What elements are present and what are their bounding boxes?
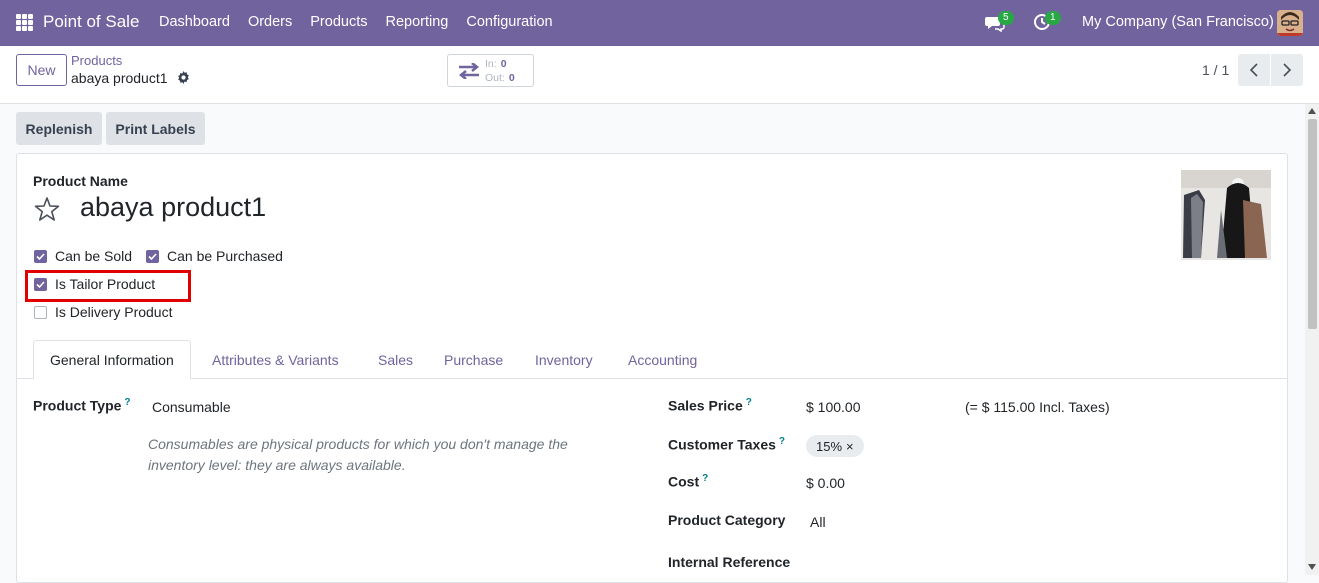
product-category-field[interactable]: All	[810, 514, 826, 530]
product-type-label: Product Type?	[33, 397, 131, 414]
product-name-label: Product Name	[33, 173, 128, 189]
tag-remove-icon[interactable]: ×	[846, 439, 854, 454]
replenish-button[interactable]: Replenish	[16, 112, 102, 145]
checkbox-checked-icon[interactable]	[146, 249, 159, 263]
menu-dashboard[interactable]: Dashboard	[159, 14, 230, 30]
gear-icon[interactable]	[177, 71, 190, 84]
cost-label: Cost?	[668, 473, 709, 490]
tab-purchase[interactable]: Purchase	[444, 340, 503, 379]
user-avatar[interactable]	[1277, 10, 1303, 36]
breadcrumb-products[interactable]: Products	[71, 53, 122, 68]
customer-taxes-label: Customer Taxes?	[668, 436, 786, 453]
page-scrollbar[interactable]	[1305, 104, 1319, 575]
can-be-sold-label: Can be Sold	[55, 248, 133, 264]
breadcrumb-current: abaya product1	[71, 70, 168, 86]
help-tooltip-icon[interactable]: ?	[746, 397, 752, 408]
product-image[interactable]	[1181, 170, 1271, 260]
chat-badge: 5	[998, 11, 1014, 25]
pager-previous-button[interactable]	[1238, 54, 1270, 86]
help-tooltip-icon[interactable]: ?	[779, 436, 785, 447]
new-button[interactable]: New	[16, 54, 67, 86]
print-labels-button[interactable]: Print Labels	[106, 112, 205, 145]
can-be-purchased-label: Can be Purchased	[167, 248, 283, 264]
activity-badge: 1	[1045, 11, 1061, 25]
cost-field[interactable]: $ 0.00	[806, 475, 845, 491]
is-delivery-product-label: Is Delivery Product	[55, 304, 173, 320]
company-switcher[interactable]: My Company (San Francisco)	[1082, 14, 1274, 30]
control-panel: New Products abaya product1 In: 0 Out: 0 1…	[0, 46, 1319, 104]
transfer-arrows-icon	[458, 63, 480, 79]
menu-products[interactable]: Products	[310, 14, 367, 30]
action-bar: Replenish Print Labels	[0, 104, 1305, 153]
favorite-star-icon[interactable]	[34, 196, 60, 222]
tab-inventory[interactable]: Inventory	[535, 340, 593, 379]
scroll-up-arrow-icon[interactable]	[1308, 108, 1316, 114]
chevron-left-icon	[1249, 63, 1258, 77]
product-type-note: Consumables are physical products for wh…	[148, 436, 568, 473]
chevron-right-icon	[1283, 63, 1292, 77]
out-count: Out: 0	[485, 72, 515, 84]
checkbox-unchecked-icon[interactable]	[34, 305, 47, 319]
tab-general-information[interactable]: General Information	[33, 340, 191, 379]
pager-value[interactable]: 1 / 1	[1202, 62, 1229, 78]
can-be-purchased-checkbox[interactable]: Can be Purchased	[146, 248, 283, 264]
internal-reference-label: Internal Reference	[668, 554, 791, 570]
tab-sales[interactable]: Sales	[378, 340, 413, 379]
product-form-sheet: Product Name abaya product1 Can be Sold …	[16, 153, 1288, 583]
top-navbar: Point of Sale Dashboard Orders Products …	[0, 0, 1319, 46]
product-category-label: Product Category	[668, 512, 786, 528]
menu-configuration[interactable]: Configuration	[466, 14, 552, 30]
tax-tag[interactable]: 15% ×	[806, 435, 864, 457]
help-tooltip-icon[interactable]: ?	[702, 473, 708, 484]
product-name-field[interactable]: abaya product1	[80, 192, 266, 223]
scrollbar-thumb[interactable]	[1308, 119, 1317, 329]
scroll-down-arrow-icon[interactable]	[1308, 564, 1316, 570]
sales-price-field[interactable]: $ 100.00	[806, 399, 861, 415]
menu-orders[interactable]: Orders	[248, 14, 292, 30]
can-be-sold-checkbox[interactable]: Can be Sold	[34, 248, 132, 264]
in-count: In: 0	[485, 58, 507, 70]
is-delivery-product-checkbox[interactable]: Is Delivery Product	[34, 304, 172, 320]
notebook-tabs: General Information Attributes & Variant…	[17, 340, 1287, 379]
apps-grid-icon[interactable]	[16, 14, 33, 31]
menu-reporting[interactable]: Reporting	[386, 14, 449, 30]
help-tooltip-icon[interactable]: ?	[124, 397, 130, 408]
sales-price-label: Sales Price?	[668, 397, 752, 414]
product-type-field[interactable]: Consumable	[152, 399, 231, 415]
tab-accounting[interactable]: Accounting	[628, 340, 697, 379]
sales-price-incl-taxes: (= $ 115.00 Incl. Taxes)	[965, 399, 1110, 415]
in-out-smart-button[interactable]: In: 0 Out: 0	[447, 54, 534, 87]
main-menu: Dashboard Orders Products Reporting Conf…	[159, 14, 571, 30]
checkbox-checked-icon[interactable]	[34, 249, 47, 263]
annotation-highlight-box	[25, 270, 191, 302]
pager-next-button[interactable]	[1271, 54, 1303, 86]
app-brand[interactable]: Point of Sale	[43, 12, 139, 32]
tab-attributes-variants[interactable]: Attributes & Variants	[212, 340, 339, 379]
